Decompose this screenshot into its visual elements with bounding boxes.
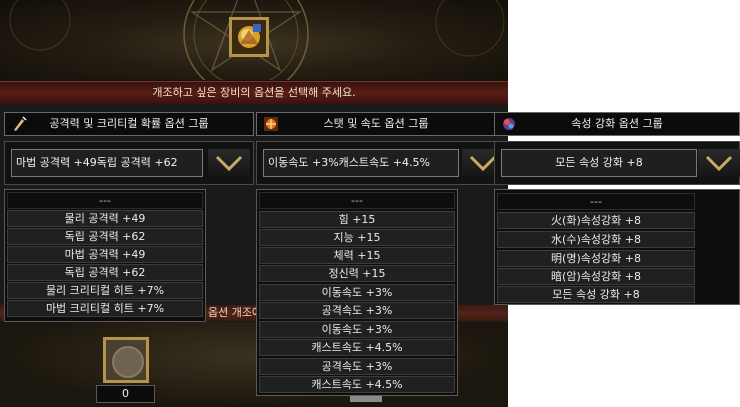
option-move-speed[interactable]: 이동속도 +3% <box>259 284 455 301</box>
option-fire-enhance[interactable]: 火(화)속성강화 +8 <box>497 212 695 229</box>
option-all-element-enhance[interactable]: 모든 속성 강화 +8 <box>497 286 695 303</box>
option-dark-enhance[interactable]: 暗(암)속성강화 +8 <box>497 268 695 285</box>
instruction-text: 개조하고 싶은 장비의 옵션을 선택해 주세요. <box>152 86 356 99</box>
panel-stat-speed-header: 스탯 및 속도 옵션 그룹 <box>256 112 496 136</box>
element-enhance-icon <box>503 118 515 130</box>
chevron-down-icon <box>215 155 243 172</box>
panel-stat-speed-options: --- 힘 +15 지능 +15 체력 +15 정신력 +15 이동속도 +3%… <box>256 189 458 396</box>
option-spirit[interactable]: 정신력 +15 <box>259 265 455 282</box>
panel-element-dropdown-button[interactable] <box>698 149 740 177</box>
panel-element-title: 속성 강화 옵션 그룹 <box>571 117 663 130</box>
option-light-enhance[interactable]: 明(명)속성강화 +8 <box>497 250 695 267</box>
panel-attack-crit-select[interactable]: 마법 공격력 +49독립 공격력 +62 <box>4 141 254 185</box>
option-attack-speed-2[interactable]: 공격속도 +3% <box>259 358 455 375</box>
option-magic-attack[interactable]: 마법 공격력 +49 <box>7 246 203 263</box>
panel-element-selected: 모든 속성 강화 +8 <box>501 149 697 177</box>
equipment-slot[interactable] <box>229 17 269 57</box>
panel-stat-speed-dropdown-button[interactable] <box>462 149 497 177</box>
option-cast-speed-2[interactable]: 캐스트속도 +4.5% <box>259 376 455 393</box>
panel-attack-crit-title: 공격력 및 크리티컬 확률 옵션 그룹 <box>49 117 209 130</box>
attack-crit-icon <box>14 116 27 131</box>
material-slot[interactable] <box>103 337 149 383</box>
option-cast-speed[interactable]: 캐스트속도 +4.5% <box>259 339 455 356</box>
instruction-banner: 개조하고 싶은 장비의 옵션을 선택해 주세요. <box>0 81 508 105</box>
option-move-speed-2[interactable]: 이동속도 +3% <box>259 321 455 338</box>
option-independent-attack[interactable]: 독립 공격력 +62 <box>7 228 203 245</box>
option-intelligence[interactable]: 지능 +15 <box>259 229 455 246</box>
option-independent-attack-2[interactable]: 독립 공격력 +62 <box>7 264 203 281</box>
panel-attack-crit-dropdown-button[interactable] <box>208 149 250 177</box>
material-count: 0 <box>96 385 155 403</box>
option-vitality[interactable]: 체력 +15 <box>259 247 455 264</box>
equipment-item-icon <box>232 20 266 54</box>
panel-element-header: 속성 강화 옵션 그룹 <box>494 112 740 136</box>
option-physical-attack[interactable]: 물리 공격력 +49 <box>7 210 203 227</box>
panel-stat-speed-title: 스탯 및 속도 옵션 그룹 <box>323 117 429 130</box>
panel-element-options: --- 火(화)속성강화 +8 水(수)속성강화 +8 明(명)속성강화 +8 … <box>494 189 740 305</box>
option-separator: --- <box>259 192 455 209</box>
panel-element-select[interactable]: 모든 속성 강화 +8 <box>494 141 740 185</box>
chevron-down-icon <box>469 155 497 172</box>
option-separator: --- <box>497 193 695 210</box>
option-magic-crit[interactable]: 마법 크리티컬 히트 +7% <box>7 300 203 317</box>
panel-attack-crit-selected: 마법 공격력 +49독립 공격력 +62 <box>11 149 203 177</box>
panel-stat-speed-select[interactable]: 이동속도 +3%캐스트속도 +4.5% <box>256 141 497 185</box>
modify-strip-label: 옵션 개조에 <box>208 306 263 319</box>
panel-attack-crit-header: 공격력 및 크리티컬 확률 옵션 그룹 <box>4 112 254 136</box>
option-attack-speed[interactable]: 공격속도 +3% <box>259 302 455 319</box>
material-coin-icon <box>112 346 144 378</box>
option-physical-crit[interactable]: 물리 크리티컬 히트 +7% <box>7 282 203 299</box>
panel-attack-crit-options: --- 물리 공격력 +49 독립 공격력 +62 마법 공격력 +49 독립 … <box>4 189 206 322</box>
stat-speed-icon <box>264 117 278 131</box>
panel-stat-speed-selected: 이동속도 +3%캐스트속도 +4.5% <box>263 149 459 177</box>
chevron-down-icon <box>705 155 733 172</box>
option-separator: --- <box>7 192 203 209</box>
option-strength[interactable]: 힘 +15 <box>259 211 455 228</box>
scroll-stub <box>350 396 382 402</box>
option-water-enhance[interactable]: 水(수)속성강화 +8 <box>497 231 695 248</box>
